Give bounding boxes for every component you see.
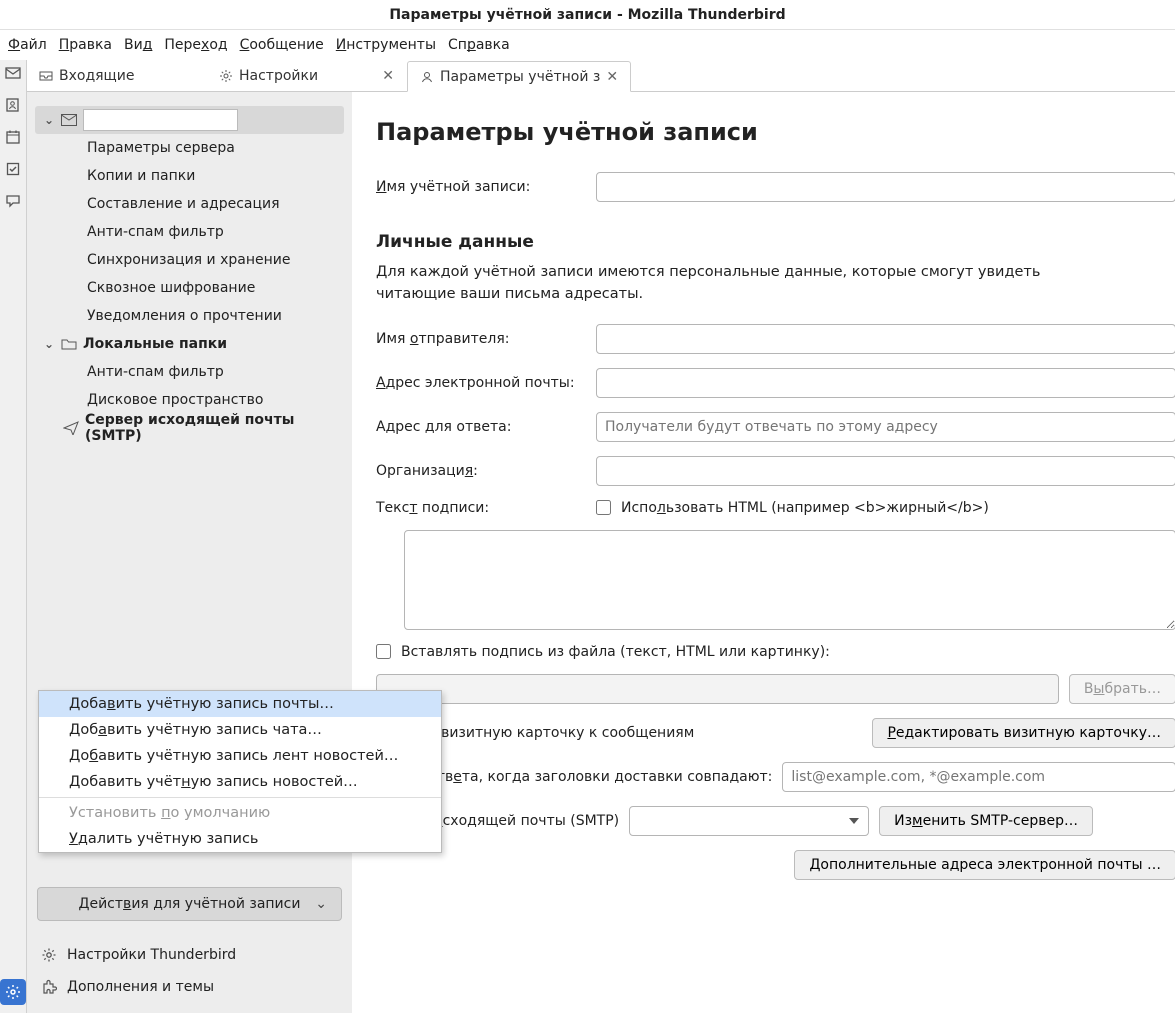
accounts-sidebar: ⌄ Параметры сервера Копии и папки Состав…: [27, 92, 352, 1013]
email-field[interactable]: [596, 368, 1175, 398]
organization-label: Организация:: [376, 463, 586, 479]
menu-go[interactable]: Переход: [164, 37, 227, 53]
inbox-icon: [39, 69, 53, 83]
menu-view[interactable]: Вид: [124, 37, 152, 53]
menu-help[interactable]: Справка: [448, 37, 510, 53]
tab-settings[interactable]: Настройки ✕: [207, 60, 407, 91]
edit-vcard-button[interactable]: Редактировать визитную карточку…: [872, 718, 1175, 748]
tree-server-settings[interactable]: Параметры сервера: [35, 134, 344, 162]
tree-local-disk[interactable]: Дисковое пространство: [35, 386, 344, 414]
close-icon[interactable]: ✕: [382, 68, 394, 84]
spaces-toolbar: [0, 60, 27, 1013]
menu-delete-account[interactable]: Удалить учётную запись: [39, 826, 441, 852]
signature-file-path: [376, 674, 1059, 704]
use-html-label: Использовать HTML (например <b>жирный</b…: [621, 500, 989, 516]
mail-account-icon: [61, 112, 77, 128]
calendar-icon[interactable]: [4, 128, 22, 146]
menu-file[interactable]: Файл: [8, 37, 47, 53]
tasks-icon[interactable]: [4, 160, 22, 178]
email-label: Адрес электронной почты:: [376, 375, 586, 391]
reply-to-label: Адрес для ответа:: [376, 419, 586, 435]
settings-icon[interactable]: [0, 979, 26, 1005]
account-name-field[interactable]: [596, 172, 1175, 202]
menu-add-feed-account[interactable]: Добавить учётную запись лент новостей…: [39, 743, 441, 769]
chat-icon[interactable]: [4, 192, 22, 210]
sender-name-field[interactable]: [596, 324, 1175, 354]
catchall-field[interactable]: [782, 762, 1175, 792]
reply-to-field[interactable]: [596, 412, 1175, 442]
chevron-down-icon[interactable]: ⌄: [43, 337, 55, 351]
page-title: Параметры учётной записи: [376, 118, 1175, 146]
close-icon[interactable]: ✕: [606, 69, 618, 85]
send-icon: [63, 420, 79, 436]
thunderbird-settings-link[interactable]: Настройки Thunderbird: [37, 939, 342, 971]
menu-add-mail-account[interactable]: Добавить учётную запись почты…: [39, 691, 441, 717]
tab-settings-label: Настройки: [239, 68, 318, 84]
account-name-label: Имя учётной записи:: [376, 179, 586, 195]
account-actions-menu: Добавить учётную запись почты… Добавить …: [38, 690, 442, 853]
menu-edit[interactable]: Правка: [59, 37, 112, 53]
main-content: Параметры учётной записи Имя учётной зап…: [352, 92, 1175, 1013]
mail-icon[interactable]: [4, 64, 22, 82]
menu-tools[interactable]: Инструменты: [336, 37, 436, 53]
tree-sync[interactable]: Синхронизация и хранение: [35, 246, 344, 274]
account-actions-button[interactable]: Действия для учётной записи ⌄: [37, 887, 342, 921]
use-html-checkbox[interactable]: [596, 500, 611, 515]
organization-field[interactable]: [596, 456, 1175, 486]
tree-composition[interactable]: Составление и адресация: [35, 190, 344, 218]
folder-icon: [61, 336, 77, 352]
account-row[interactable]: ⌄: [35, 106, 344, 134]
menubar: Файл Правка Вид Переход Сообщение Инстру…: [0, 30, 1175, 60]
signature-text-label: Текст подписи:: [376, 500, 586, 516]
tree-copies-folders[interactable]: Копии и папки: [35, 162, 344, 190]
chevron-down-icon: ⌄: [315, 896, 327, 912]
local-folders-row[interactable]: ⌄ Локальные папки: [35, 330, 344, 358]
tabbar: Входящие Настройки ✕ Параметры учётной з…: [27, 60, 1175, 92]
account-name-input[interactable]: [83, 109, 238, 131]
menu-message[interactable]: Сообщение: [240, 37, 324, 53]
signature-file-checkbox[interactable]: [376, 644, 391, 659]
gear-icon: [219, 69, 233, 83]
tree-local-junk[interactable]: Анти-спам фильтр: [35, 358, 344, 386]
tree-e2e[interactable]: Сквозное шифрование: [35, 274, 344, 302]
tree-receipts[interactable]: Уведомления о прочтении: [35, 302, 344, 330]
addons-link[interactable]: Дополнения и темы: [37, 971, 342, 1003]
tab-inbox[interactable]: Входящие: [27, 60, 207, 91]
menu-set-default: Установить по умолчанию: [39, 800, 441, 826]
browse-button[interactable]: Выбрать…: [1069, 674, 1175, 704]
account-icon: [420, 70, 434, 84]
window-title: Параметры учётной записи - Mozilla Thund…: [389, 7, 785, 23]
account-actions-label: Действия для учётной записи: [79, 896, 301, 912]
smtp-row[interactable]: Сервер исходящей почты (SMTP): [35, 414, 344, 442]
tab-account-settings[interactable]: Параметры учётной з ✕: [407, 61, 631, 92]
tab-account-label: Параметры учётной з: [440, 69, 600, 85]
smtp-select[interactable]: [629, 806, 869, 836]
personal-data-desc: Для каждой учётной записи имеются персон…: [376, 262, 1116, 306]
menu-add-news-account[interactable]: Добавить учётную запись новостей…: [39, 769, 441, 795]
gear-icon: [41, 947, 57, 963]
sender-name-label: Имя отправителя:: [376, 331, 586, 347]
tab-inbox-label: Входящие: [59, 68, 134, 84]
personal-data-heading: Личные данные: [376, 232, 1175, 252]
window-titlebar: Параметры учётной записи - Mozilla Thund…: [0, 0, 1175, 30]
address-book-icon[interactable]: [4, 96, 22, 114]
menu-add-chat-account[interactable]: Добавить учётную запись чата…: [39, 717, 441, 743]
edit-smtp-button[interactable]: Изменить SMTP-сервер…: [879, 806, 1093, 836]
puzzle-icon: [41, 979, 57, 995]
signature-file-label: Вставлять подпись из файла (текст, HTML …: [401, 644, 830, 660]
tree-junk[interactable]: Анти-спам фильтр: [35, 218, 344, 246]
signature-textarea[interactable]: [404, 530, 1175, 630]
additional-emails-button[interactable]: Дополнительные адреса электронной почты …: [794, 850, 1175, 880]
chevron-down-icon[interactable]: ⌄: [43, 113, 55, 127]
